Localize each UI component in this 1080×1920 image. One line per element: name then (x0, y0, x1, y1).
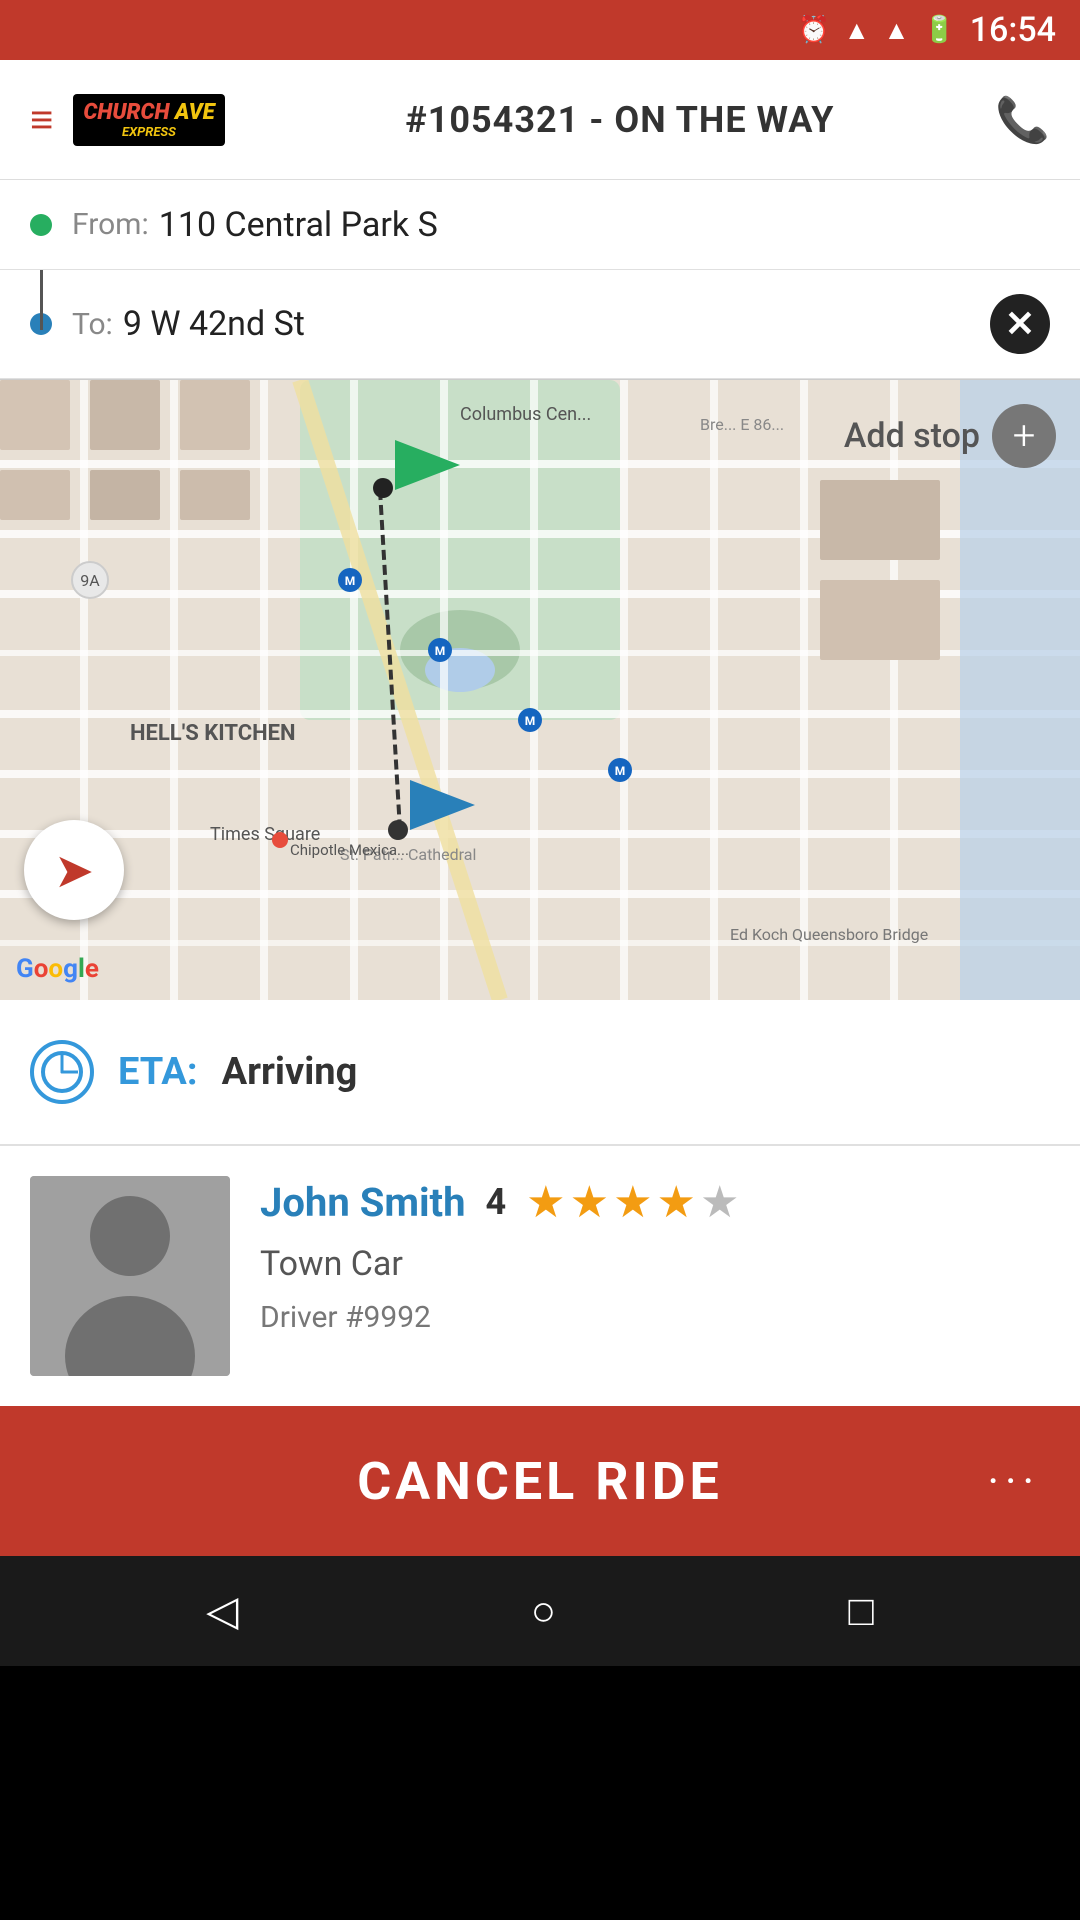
svg-text:M: M (435, 644, 446, 658)
route-rows: From: 110 Central Park S To: 9 W 42nd St… (0, 180, 1080, 379)
battery-icon: 🔋 (923, 15, 955, 45)
location-arrow-icon: ➤ (54, 842, 94, 899)
add-stop-button[interactable]: + (992, 404, 1056, 468)
back-button[interactable]: ◁ (206, 1586, 238, 1636)
cancel-ride-button[interactable]: CANCEL RIDE ··· (0, 1406, 1080, 1556)
add-stop-label: Add stop (844, 416, 980, 456)
star-3: ★ (613, 1176, 652, 1228)
cancel-label: CANCEL RIDE (0, 1451, 1080, 1512)
signal-icon: ▲ (884, 15, 910, 46)
driver-silhouette (30, 1176, 230, 1376)
star-4: ★ (657, 1176, 696, 1228)
alarm-icon: ⏰ (798, 15, 830, 45)
route-to-row[interactable]: To: 9 W 42nd St ✕ (0, 270, 1080, 379)
google-logo: Google (16, 954, 99, 984)
svg-text:9A: 9A (80, 571, 100, 590)
phone-button[interactable]: 📞 (995, 94, 1050, 146)
driver-car-type: Town Car (260, 1244, 1050, 1284)
app-header: ≡ CHURCH AVE EXPRESS #1054321 - ON THE W… (0, 60, 1080, 180)
wifi-icon: ▲ (844, 15, 870, 46)
driver-name: John Smith (260, 1179, 466, 1226)
plus-icon: + (1013, 416, 1036, 456)
from-dot (30, 214, 52, 236)
driver-stars: ★ ★ ★ ★ ★ (526, 1176, 739, 1228)
svg-text:HELL'S KITCHEN: HELL'S KITCHEN (130, 721, 296, 746)
logo-ave: AVE (169, 100, 214, 125)
menu-button[interactable]: ≡ (30, 100, 53, 140)
route-panel: From: 110 Central Park S To: 9 W 42nd St… (0, 180, 1080, 380)
status-bar: ⏰ ▲ ▲ 🔋 16:54 (0, 0, 1080, 60)
clear-destination-button[interactable]: ✕ (990, 294, 1050, 354)
driver-rating: 4 (486, 1181, 507, 1223)
add-stop-area[interactable]: Add stop + (844, 404, 1056, 468)
driver-info: John Smith 4 ★ ★ ★ ★ ★ Town Car Driver #… (260, 1176, 1050, 1335)
star-2: ★ (570, 1176, 609, 1228)
svg-text:Bre... E 86...: Bre... E 86... (700, 415, 784, 434)
more-options-icon[interactable]: ··· (988, 1455, 1040, 1507)
svg-text:M: M (615, 764, 626, 778)
status-time: 16:54 (970, 10, 1056, 50)
recents-button[interactable]: □ (848, 1587, 873, 1636)
svg-text:Ed Koch Queensboro Bridge: Ed Koch Queensboro Bridge (730, 925, 928, 944)
map-area[interactable]: M M M M HELL'S KITCHEN Times Square St. … (0, 380, 1080, 1000)
driver-section: John Smith 4 ★ ★ ★ ★ ★ Town Car Driver #… (0, 1146, 1080, 1406)
driver-avatar (30, 1176, 230, 1376)
map-svg: M M M M HELL'S KITCHEN Times Square St. … (0, 380, 1080, 1000)
svg-text:M: M (345, 574, 356, 588)
svg-text:Columbus Cen...: Columbus Cen... (460, 404, 591, 425)
svg-text:Chipotle Mexica...: Chipotle Mexica... (290, 841, 409, 859)
from-label: From: (72, 207, 149, 242)
driver-name-row: John Smith 4 ★ ★ ★ ★ ★ (260, 1176, 1050, 1228)
logo-express: EXPRESS (83, 125, 214, 140)
status-icons: ⏰ ▲ ▲ 🔋 16:54 (798, 10, 1056, 50)
svg-text:M: M (525, 714, 536, 728)
from-address: 110 Central Park S (159, 205, 1050, 245)
to-address: 9 W 42nd St (123, 304, 990, 344)
route-from-row: From: 110 Central Park S (0, 180, 1080, 270)
logo: CHURCH AVE EXPRESS (73, 94, 224, 146)
my-location-button[interactable]: ➤ (24, 820, 124, 920)
eta-value: Arriving (222, 1050, 358, 1094)
star-1: ★ (526, 1176, 565, 1228)
eta-label: ETA: (118, 1050, 198, 1094)
logo-church: CHURCH (83, 100, 169, 125)
driver-id: Driver #9992 (260, 1300, 1050, 1335)
route-connector-line (40, 270, 43, 330)
clear-icon: ✕ (1005, 306, 1035, 342)
clock-icon (30, 1040, 94, 1104)
clock-svg (40, 1050, 84, 1094)
nav-bar: ◁ ○ □ (0, 1556, 1080, 1666)
home-button[interactable]: ○ (531, 1587, 556, 1636)
eta-section: ETA: Arriving (0, 1000, 1080, 1146)
to-label: To: (72, 307, 113, 342)
star-5: ★ (700, 1176, 739, 1228)
header-title: #1054321 - ON THE WAY (245, 99, 996, 141)
